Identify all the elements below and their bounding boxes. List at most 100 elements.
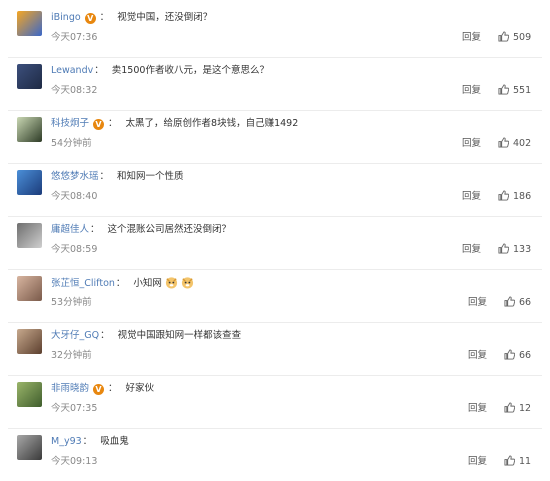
thumbs-up-icon <box>498 31 513 43</box>
comment-line: iBingo V： 视觉中国，还没倒闭？ <box>51 11 212 25</box>
reply-button[interactable]: 回复 <box>462 243 481 256</box>
comment-item: iBingo V： 视觉中国，还没倒闭？ 今天07:36 回复 509 <box>0 5 550 57</box>
colon-separator: ： <box>99 171 110 182</box>
like-button[interactable]: 11 <box>504 455 531 468</box>
colon-separator: ： <box>82 436 93 447</box>
avatar[interactable] <box>17 223 42 248</box>
comment-item: Lewandv： 卖1500作者收八元，是这个意思么？ 今天08:32 回复 551 <box>0 57 550 110</box>
comment-item: 非雨晓韵 V： 好家伙今天07:35 回复 12 <box>0 375 550 428</box>
doge-emoji-icon <box>181 276 194 294</box>
like-button[interactable]: 186 <box>498 190 531 203</box>
comment-text: 这个混账公司居然还没倒闭？ <box>107 224 232 235</box>
avatar[interactable] <box>17 276 42 301</box>
colon-separator: ： <box>94 65 104 76</box>
reply-button[interactable]: 回复 <box>462 137 481 150</box>
comment-item: 悠悠梦水瑶： 和知网一个性质今天08:40 回复 186 <box>0 163 550 216</box>
comment-line: 庸超佳人： 这个混账公司居然还没倒闭？ <box>51 223 231 237</box>
doge-emoji-icon <box>165 276 178 294</box>
comment-time: 今天07:36 <box>51 32 98 43</box>
colon-separator: ： <box>108 383 118 394</box>
username-link[interactable]: iBingo <box>51 12 81 23</box>
username-link[interactable]: 庸超佳人 <box>51 224 89 235</box>
thumbs-up-icon <box>504 296 519 308</box>
reply-button[interactable]: 回复 <box>468 349 487 362</box>
comment-time: 32分钟前 <box>51 350 92 361</box>
like-count: 12 <box>519 403 532 414</box>
comment-time: 今天09:13 <box>51 456 98 467</box>
reply-button[interactable]: 回复 <box>462 190 481 203</box>
comment-text: 视觉中国跟知网一样都该查查 <box>117 330 242 341</box>
avatar[interactable] <box>17 64 42 89</box>
v-badge-icon: V <box>93 384 105 395</box>
thumbs-up-icon <box>498 84 513 96</box>
comment-text: 小知网 <box>133 278 162 289</box>
comment-text: 吸血鬼 <box>100 436 129 447</box>
like-count: 11 <box>519 456 532 467</box>
like-count: 402 <box>513 138 532 149</box>
like-count: 133 <box>513 244 532 255</box>
avatar[interactable] <box>17 117 42 142</box>
comment-line: M_y93： 吸血鬼 <box>51 435 129 449</box>
comment-line: Lewandv： 卖1500作者收八元，是这个意思么？ <box>51 64 269 78</box>
colon-separator: ： <box>108 118 118 129</box>
colon-separator: ： <box>100 330 110 341</box>
avatar[interactable] <box>17 435 42 460</box>
like-count: 66 <box>519 297 532 308</box>
avatar[interactable] <box>17 170 42 195</box>
comment-item: 大牙仔_GQ： 视觉中国跟知网一样都该查查 32分钟前 回复 66 <box>0 322 550 375</box>
like-button[interactable]: 12 <box>504 402 531 415</box>
comment-line: 大牙仔_GQ： 视觉中国跟知网一样都该查查 <box>51 329 241 343</box>
v-badge-icon: V <box>93 119 105 130</box>
username-link[interactable]: 张芷恒_Clifton <box>51 278 115 289</box>
like-count: 509 <box>513 32 532 43</box>
like-button[interactable]: 66 <box>504 349 531 362</box>
like-count: 186 <box>513 191 532 202</box>
comment-text: 和知网一个性质 <box>117 171 184 182</box>
comment-text: 好家伙 <box>125 383 155 394</box>
like-button[interactable]: 402 <box>498 137 531 150</box>
reply-button[interactable]: 回复 <box>468 455 487 468</box>
comment-time: 53分钟前 <box>51 297 92 308</box>
reply-button[interactable]: 回复 <box>468 402 487 415</box>
comment-time: 今天08:32 <box>51 85 98 96</box>
thumbs-up-icon <box>504 402 519 414</box>
comment-item: 科技炯子 V： 太黑了，给原创作者8块钱，自己赚1492 54分钟前 回复 402 <box>0 110 550 163</box>
colon-separator: ： <box>90 224 100 235</box>
like-count: 551 <box>513 85 532 96</box>
username-link[interactable]: 非雨晓韵 <box>51 383 89 394</box>
username-link[interactable]: 大牙仔_GQ <box>51 330 99 341</box>
v-badge-icon: V <box>84 13 96 24</box>
like-button[interactable]: 66 <box>504 296 531 309</box>
username-link[interactable]: Lewandv <box>51 65 93 76</box>
thumbs-up-icon <box>498 190 513 202</box>
thumbs-up-icon <box>504 455 519 467</box>
thumbs-up-icon <box>504 349 519 361</box>
comment-line: 非雨晓韵 V： 好家伙 <box>51 382 154 396</box>
reply-button[interactable]: 回复 <box>468 296 487 309</box>
like-count: 66 <box>519 350 532 361</box>
avatar[interactable] <box>17 329 42 354</box>
thumbs-up-icon <box>498 137 513 149</box>
like-button[interactable]: 509 <box>498 31 531 44</box>
like-button[interactable]: 133 <box>498 243 531 256</box>
reply-button[interactable]: 回复 <box>462 31 481 44</box>
like-button[interactable]: 551 <box>498 84 531 97</box>
comment-item: M_y93： 吸血鬼 今天09:13 回复 11 <box>0 428 550 481</box>
comment-line: 悠悠梦水瑶： 和知网一个性质 <box>51 170 184 184</box>
comment-time: 今天08:40 <box>51 191 98 202</box>
colon-separator: ： <box>115 278 126 289</box>
comment-line: 科技炯子 V： 太黑了，给原创作者8块钱，自己赚1492 <box>51 117 298 131</box>
comment-line: 张芷恒_Clifton： 小知网 <box>51 276 194 290</box>
comment-item: 张芷恒_Clifton： 小知网 53分钟前 回复 66 <box>0 269 550 322</box>
avatar[interactable] <box>17 382 42 407</box>
username-link[interactable]: M_y93 <box>51 436 82 447</box>
avatar[interactable] <box>17 11 42 36</box>
username-link[interactable]: 科技炯子 <box>51 118 89 129</box>
comment-time: 今天08:59 <box>51 244 98 255</box>
comment-time: 54分钟前 <box>51 138 92 149</box>
thumbs-up-icon <box>498 243 513 255</box>
reply-button[interactable]: 回复 <box>462 84 481 97</box>
username-link[interactable]: 悠悠梦水瑶 <box>51 171 99 182</box>
comment-list: iBingo V：视觉中国，还没倒闭？ 今天07:36 回复 509 Lewandv： 卖1… <box>0 0 550 480</box>
comment-time: 今天07:35 <box>51 403 98 414</box>
